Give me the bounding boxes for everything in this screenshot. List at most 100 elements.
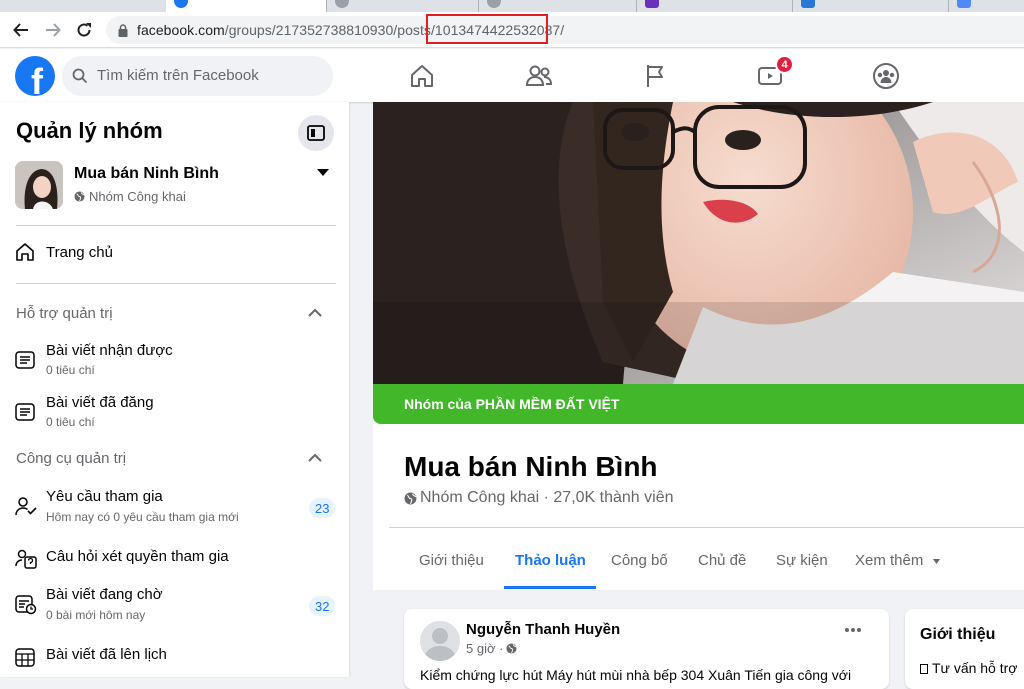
globe-icon [506, 643, 518, 654]
nav-groups[interactable] [871, 61, 901, 91]
about-text-label: Tư vấn hỗ trợ [932, 660, 1018, 676]
search-icon [72, 68, 88, 84]
section-heading-admin-tools: Công cụ quản trị [16, 450, 127, 467]
forward-button[interactable] [41, 18, 65, 42]
app-favicon-icon [645, 0, 659, 8]
browser-tab[interactable] [636, 0, 792, 12]
browser-tab[interactable] [792, 0, 948, 12]
reload-button[interactable] [72, 18, 96, 42]
tab-events[interactable]: Sự kiện [776, 552, 828, 569]
header-divider [389, 527, 1024, 528]
globe-favicon-icon [335, 0, 349, 8]
more-dots-icon [845, 628, 861, 632]
friends-icon [525, 65, 553, 86]
search-placeholder: Tìm kiếm trên Facebook [97, 67, 259, 84]
chevron-up-icon[interactable] [307, 308, 323, 318]
sidebar-item-published-posts[interactable]: Bài viết đã đăng 0 tiêu chí [8, 394, 338, 434]
cover-photo-image [373, 102, 1024, 384]
post-list-icon [15, 351, 35, 369]
url-host: facebook.com [137, 22, 225, 38]
default-avatar-icon [420, 621, 460, 661]
facebook-header: f Tìm kiếm trên Facebook 4 [0, 49, 1024, 102]
facebook-logo-letter: f [31, 61, 43, 97]
tab-topics[interactable]: Chủ đề [698, 552, 746, 569]
group-owner-banner[interactable]: Nhóm của PHẦN MỀM ĐẤT VIỆT [373, 384, 1024, 424]
about-text: Tư vấn hỗ trợ [920, 660, 1017, 676]
nav-home[interactable] [407, 61, 437, 91]
lock-icon [118, 24, 128, 37]
facebook-favicon-icon [174, 0, 188, 8]
about-heading: Giới thiệu [920, 626, 996, 643]
sidebar-item-home[interactable]: Trang chủ [8, 240, 338, 270]
group-cover-photo[interactable] [373, 102, 1024, 384]
count-badge: 32 [309, 596, 336, 616]
globe-favicon-icon [487, 0, 501, 8]
groups-icon [873, 63, 899, 89]
nav-pages[interactable] [641, 61, 671, 91]
browser-tab[interactable] [478, 0, 636, 12]
sidebar-item-membership-questions[interactable]: Câu hỏi xét quyền tham gia [8, 548, 338, 578]
post-author[interactable]: Nguyễn Thanh Huyền [466, 621, 620, 638]
post-card: Nguyễn Thanh Huyền 5 giờ · Kiểm chứng lự… [404, 609, 889, 689]
search-input[interactable]: Tìm kiếm trên Facebook [62, 56, 333, 96]
sidebar-item-join-requests[interactable]: Yêu cầu tham gia Hôm nay có 0 yêu cầu th… [8, 488, 338, 528]
notification-badge: 4 [775, 55, 794, 74]
group-meta: Nhóm Công khai · 27,0K thành viên [404, 489, 673, 507]
facebook-logo[interactable]: f [15, 56, 55, 96]
group-owner-text: Nhóm của PHẦN MỀM ĐẤT VIỆT [404, 396, 620, 412]
avatar[interactable] [420, 621, 460, 661]
group-admin-sidebar: Quản lý nhóm Mua bán Ninh Bình Nhóm Công… [0, 102, 349, 677]
nav-friends[interactable] [524, 61, 554, 91]
sidebar-item-received-posts[interactable]: Bài viết nhận được 0 tiêu chí [8, 342, 338, 382]
group-photo [15, 161, 63, 209]
pending-post-icon [15, 595, 37, 615]
app-favicon-icon [957, 0, 971, 8]
sidebar-divider [16, 225, 336, 226]
address-bar[interactable]: facebook.com/groups/217352738810930/post… [106, 14, 1024, 44]
sidebar-group-privacy-text: Nhóm Công khai [89, 189, 186, 204]
sidebar-item-sub: 0 bài mới hôm nay [46, 608, 146, 622]
globe-icon [74, 191, 85, 202]
group-title: Mua bán Ninh Bình [404, 451, 658, 482]
count-badge: 23 [309, 498, 336, 518]
sidebar-item-label: Bài viết đã lên lịch [46, 646, 167, 663]
browser-toolbar: facebook.com/groups/217352738810930/post… [0, 12, 1024, 48]
active-tab-indicator [504, 586, 596, 589]
reload-icon [77, 23, 91, 37]
chevron-up-icon[interactable] [307, 453, 323, 463]
url-highlight-box [426, 14, 548, 44]
sidebar-group-privacy: Nhóm Công khai [74, 189, 186, 204]
sidebar-item-label: Bài viết đã đăng [46, 394, 154, 411]
browser-tab[interactable] [948, 0, 1024, 12]
question-form-icon [15, 549, 37, 569]
tab-discussion[interactable]: Thảo luận [515, 552, 586, 569]
arrow-right-icon [46, 23, 61, 37]
url-path: /groups/217352738810930/posts/ [224, 22, 435, 38]
sidebar-item-label: Bài viết đang chờ [46, 586, 163, 603]
tab-more-label: Xem thêm [855, 552, 924, 569]
sidebar-title: Quản lý nhóm [16, 118, 163, 143]
caret-down-icon [932, 558, 940, 564]
post-options-button[interactable] [844, 627, 862, 633]
sidebar-item-sub: Hôm nay có 0 yêu cầu tham gia mới [46, 510, 239, 524]
sidebar-item-scheduled-posts[interactable]: Bài viết đã lên lịch [8, 646, 338, 676]
back-button[interactable] [9, 18, 33, 42]
caret-down-icon[interactable] [316, 168, 330, 178]
tab-announcements[interactable]: Công bố [611, 552, 668, 569]
browser-tab[interactable] [326, 0, 478, 12]
tab-more[interactable]: Xem thêm [855, 552, 940, 569]
browser-tab-active[interactable] [166, 0, 326, 12]
post-time-text: 5 giờ · [466, 641, 504, 656]
sidebar-item-label: Bài viết nhận được [46, 342, 173, 359]
sidebar-item-pending-posts[interactable]: Bài viết đang chờ 0 bài mới hôm nay 32 [8, 586, 338, 626]
sidebar-group-name[interactable]: Mua bán Ninh Bình [74, 165, 219, 183]
group-thumbnail[interactable] [15, 161, 63, 209]
app-favicon-icon [801, 0, 815, 8]
tab-about[interactable]: Giới thiệu [419, 552, 484, 569]
home-icon [16, 243, 34, 261]
home-icon [411, 65, 433, 87]
section-heading-admin-support: Hỗ trợ quản trị [16, 305, 113, 322]
sidebar-item-label: Câu hỏi xét quyền tham gia [46, 548, 229, 565]
collapse-sidebar-button[interactable] [298, 115, 334, 151]
missing-glyph-icon [920, 664, 928, 674]
